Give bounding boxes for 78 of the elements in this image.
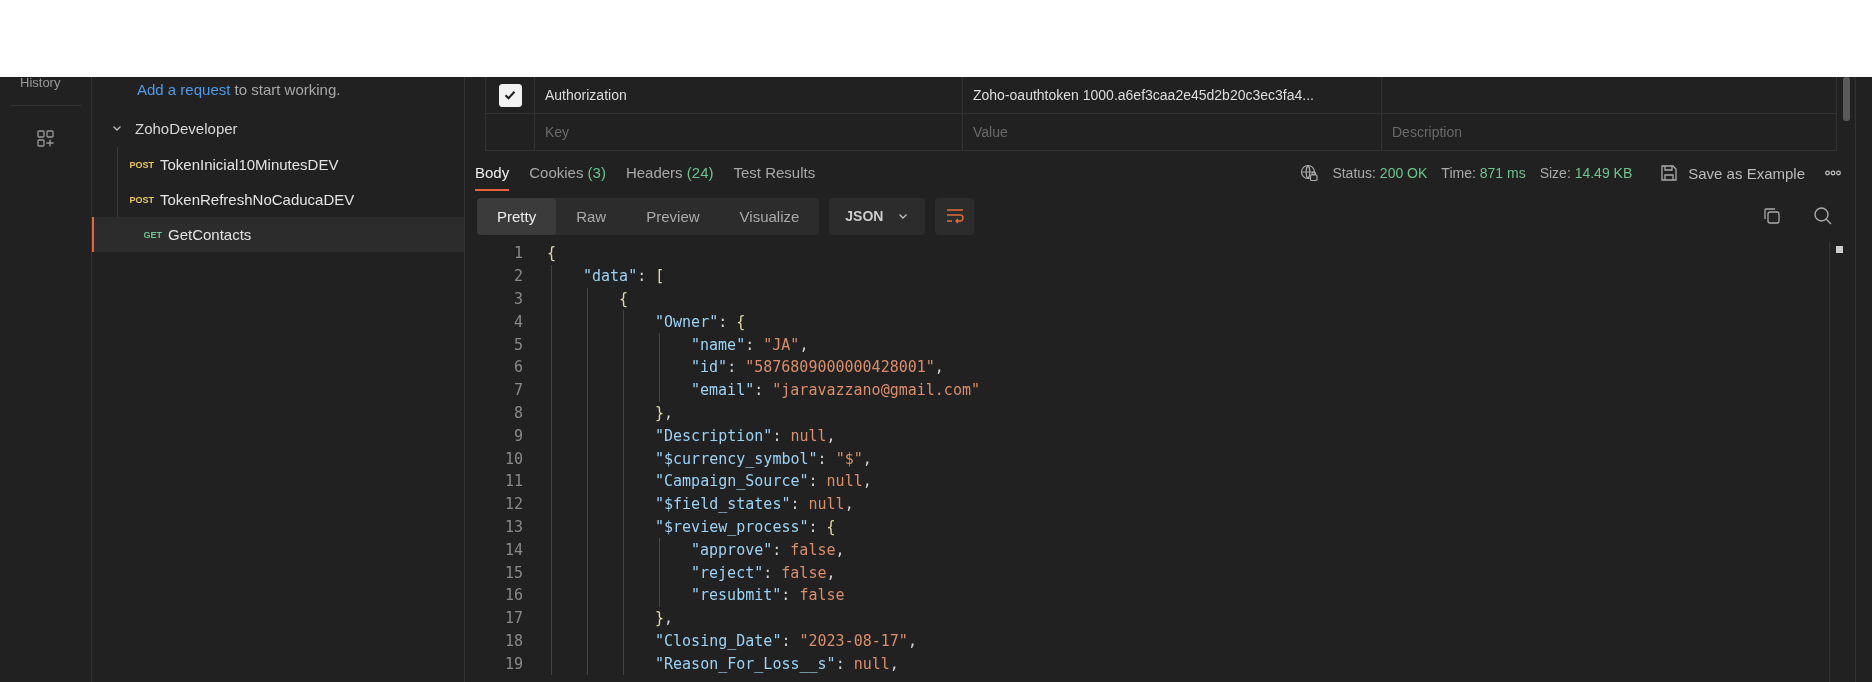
code-line: "$review_process": {: [654, 517, 836, 536]
response-stat: Status: 200 OK: [1332, 165, 1428, 181]
request-name: GetContacts: [168, 226, 252, 243]
response-tab[interactable]: Body: [475, 155, 510, 191]
header-key[interactable]: Authorization: [545, 87, 627, 103]
line-number: 7: [512, 381, 523, 400]
code-line: "data": [: [582, 267, 665, 286]
code-line: {: [618, 290, 629, 308]
code-line: "Owner": {: [654, 312, 746, 331]
code-line: {: [547, 244, 557, 263]
method-label: POST: [129, 194, 154, 205]
code-line: },: [654, 609, 674, 628]
checkbox[interactable]: [498, 83, 522, 107]
code-line: "$field_states": null,: [654, 495, 854, 514]
line-number: 8: [512, 403, 523, 422]
request-name: TokenInicial10MinutesDEV: [160, 156, 339, 173]
request-name: TokenRefreshNoCaducaDEV: [160, 191, 355, 208]
code-line: "id": "5876809000000428001",: [690, 358, 944, 377]
method-label: GET: [142, 229, 162, 240]
view-mode-tab[interactable]: Preview: [626, 197, 720, 235]
save-as-example-button[interactable]: Save as Example: [1654, 163, 1811, 183]
code-line: "Campaign_Source": null,: [654, 472, 872, 491]
wrap-lines-button[interactable]: [935, 197, 975, 235]
line-number: 3: [512, 290, 523, 308]
code-line: "Reason_For_Loss__s": null,: [654, 654, 899, 673]
code-line: "approve": false,: [690, 540, 845, 559]
line-number: 16: [503, 586, 523, 605]
code-line: "Closing_Date": "2023-08-17",: [654, 631, 917, 650]
method-label: POST: [129, 159, 154, 170]
empty-hint: Add a request to start working.: [137, 81, 342, 99]
response-stat: Time: 871 ms: [1441, 165, 1526, 181]
line-number: 11: [503, 472, 523, 491]
response-tab[interactable]: Test Results: [733, 155, 816, 191]
request-item[interactable]: POST TokenRefreshNoCaducaDEV: [118, 182, 464, 217]
line-number: 14: [503, 540, 523, 559]
line-number: 19: [503, 654, 523, 673]
header-value[interactable]: Zoho-oauthtoken 1000.a6ef3caa2e45d2b20c3ec3fa4...: [973, 87, 1314, 103]
request-item[interactable]: POST TokenInicial10MinutesDEV: [118, 147, 464, 182]
add-workspace-icon[interactable]: [36, 130, 55, 148]
line-number: 13: [503, 517, 523, 536]
code-line: "resubmit": false: [690, 586, 845, 605]
code-line: "$currency_symbol": "$",: [654, 449, 872, 468]
response-tab[interactable]: Cookies (3): [529, 155, 606, 191]
line-number: 10: [503, 449, 523, 468]
format-dropdown[interactable]: JSON: [829, 197, 926, 235]
response-tab[interactable]: Headers (24): [625, 155, 714, 191]
scrollbar[interactable]: [1836, 246, 1843, 253]
response-stat: Size: 14.49 KB: [1539, 165, 1633, 181]
wrap-lines-icon: [944, 208, 965, 224]
line-number: 6: [512, 358, 523, 377]
more-icon[interactable]: [1825, 170, 1841, 176]
line-number: 5: [512, 335, 523, 354]
line-number: 1: [512, 244, 523, 263]
code-line: "Description": null,: [654, 426, 836, 445]
view-mode-tab[interactable]: Visualize: [719, 197, 820, 235]
code-line: "reject": false,: [690, 563, 836, 582]
line-number: 17: [503, 609, 523, 628]
line-number: 18: [503, 631, 523, 650]
code-line: "name": "JA",: [690, 335, 809, 354]
add-request-link[interactable]: Add a request: [137, 81, 231, 98]
scrollbar[interactable]: [1843, 77, 1850, 121]
line-number: 12: [503, 495, 523, 514]
view-mode-tab[interactable]: Pretty: [477, 197, 557, 235]
line-number: 4: [512, 312, 523, 331]
copy-icon[interactable]: [1763, 207, 1781, 225]
line-number: 15: [503, 563, 523, 582]
check-icon: [503, 88, 517, 102]
code-line: },: [654, 403, 674, 422]
view-mode-tab[interactable]: Raw: [556, 197, 627, 235]
code-line: "email": "jaravazzano@gmail.com": [690, 381, 980, 400]
line-number: 2: [512, 267, 523, 286]
line-number: 9: [512, 426, 523, 445]
collection-item[interactable]: ZohoDeveloper: [92, 109, 464, 147]
globe-lock-icon[interactable]: [1300, 164, 1319, 182]
request-item[interactable]: GET GetContacts: [92, 217, 464, 252]
history-label[interactable]: History: [20, 77, 61, 89]
save-icon: [1660, 164, 1679, 182]
search-icon[interactable]: [1813, 206, 1833, 226]
